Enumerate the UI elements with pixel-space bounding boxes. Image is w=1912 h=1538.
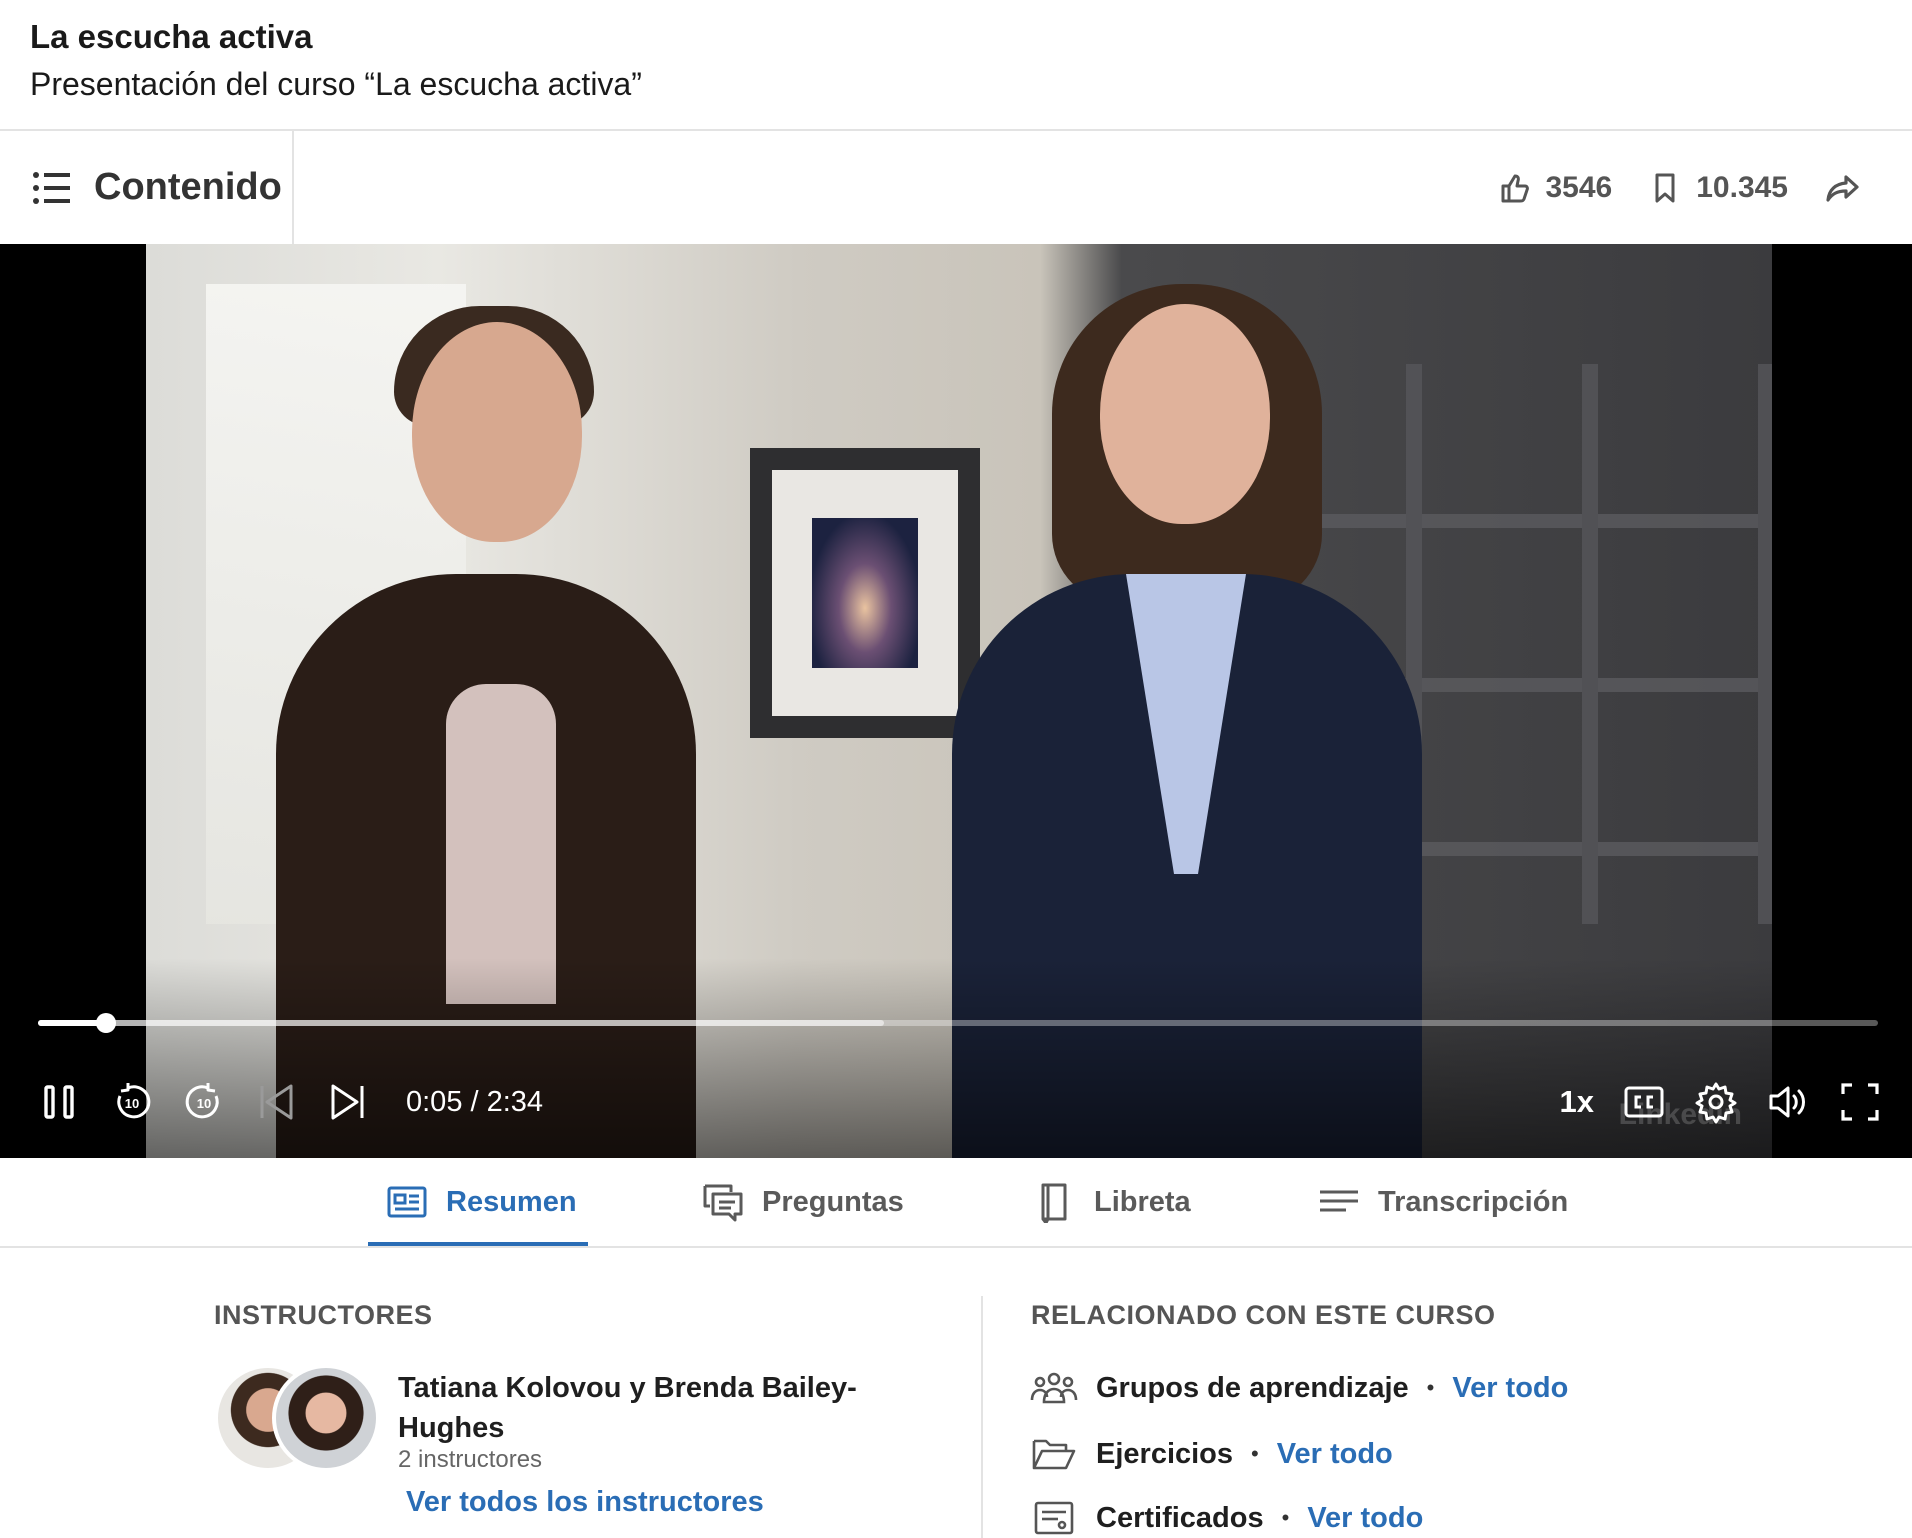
- pause-button[interactable]: [38, 1080, 82, 1124]
- related-heading: RELACIONADO CON ESTE CURSO: [1031, 1300, 1496, 1330]
- save-button[interactable]: 10.345: [1648, 171, 1788, 205]
- content-tabs: Resumen Preguntas Libreta Transcripción: [0, 1158, 1912, 1248]
- see-all-link[interactable]: Ver todo: [1452, 1372, 1568, 1405]
- separator-dot: •: [1426, 1375, 1435, 1400]
- presenter-left-face: [412, 322, 582, 542]
- skip-next-icon: [331, 1084, 364, 1120]
- save-count: 10.345: [1696, 170, 1788, 204]
- toolbar-actions: 3546 10.345: [1461, 131, 1862, 244]
- svg-text:10: 10: [197, 1096, 211, 1111]
- related-item-label: Grupos de aprendizaje: [1096, 1371, 1409, 1404]
- progress-handle[interactable]: [96, 1013, 117, 1033]
- fullscreen-icon: [1841, 1083, 1879, 1121]
- instructor-names[interactable]: Tatiana Kolovou y Brenda Bailey-Hughes: [398, 1368, 878, 1448]
- video-scene-picture: [750, 448, 980, 738]
- tab-transcripcion[interactable]: Transcripción: [1318, 1158, 1568, 1246]
- share-icon[interactable]: [1824, 169, 1862, 207]
- see-all-link[interactable]: Ver todo: [1307, 1502, 1423, 1535]
- related-item-label: Certificados: [1096, 1501, 1264, 1534]
- rewind-10-button[interactable]: 10: [110, 1080, 154, 1124]
- tab-preguntas[interactable]: Preguntas: [702, 1158, 904, 1246]
- captions-button[interactable]: [1622, 1080, 1666, 1124]
- list-icon: [33, 171, 70, 204]
- like-button[interactable]: 3546: [1497, 171, 1612, 205]
- summary-icon: [387, 1186, 427, 1218]
- toolbar: Contenido 3546 10.345: [0, 131, 1912, 244]
- progress-bar[interactable]: [38, 1013, 1878, 1033]
- groups-icon: [1030, 1372, 1078, 1404]
- see-all-instructors-link[interactable]: Ver todos los instructores: [406, 1486, 764, 1519]
- like-count: 3546: [1545, 170, 1613, 204]
- related-item-learning-groups: Grupos de aprendizaje • Ver todo: [1030, 1370, 1568, 1406]
- see-all-link[interactable]: Ver todo: [1277, 1438, 1393, 1471]
- settings-button[interactable]: [1694, 1080, 1738, 1124]
- thumbs-up-icon: [1501, 174, 1530, 202]
- related-item-certificates: Certificados • Ver todo: [1030, 1500, 1423, 1536]
- questions-icon: [703, 1184, 743, 1222]
- instructor-count: 2 instructores: [398, 1446, 543, 1473]
- player-controls: 10 10 0:05 / 2:34 1x: [0, 1008, 1912, 1158]
- course-title: La escucha activa: [30, 18, 313, 55]
- volume-button[interactable]: [1766, 1080, 1810, 1124]
- course-header: La escucha activa Presentación del curso…: [0, 0, 1912, 131]
- presenter-left-blouse: [446, 684, 556, 1004]
- related-item-label: Ejercicios: [1096, 1437, 1234, 1470]
- tab-resumen[interactable]: Resumen: [386, 1158, 577, 1246]
- tab-libreta[interactable]: Libreta: [1034, 1158, 1191, 1246]
- progress-buffered: [38, 1020, 885, 1026]
- pause-icon: [44, 1085, 74, 1119]
- separator-dot: •: [1251, 1441, 1259, 1466]
- tab-label: Transcripción: [1378, 1185, 1569, 1218]
- volume-icon: [1769, 1086, 1805, 1118]
- separator-dot: •: [1281, 1505, 1290, 1530]
- instructor-avatar[interactable]: [272, 1364, 380, 1472]
- fullscreen-button[interactable]: [1838, 1080, 1882, 1124]
- bookmark-icon: [1655, 173, 1675, 202]
- related-item-exercises: Ejercicios • Ver todo: [1030, 1436, 1393, 1472]
- active-tab-indicator: [368, 1242, 588, 1246]
- tab-label: Libreta: [1094, 1185, 1191, 1218]
- contents-label: Contenido: [94, 166, 282, 208]
- video-player[interactable]: Linkedin 10 10 0:05 / 2:34 1x: [0, 244, 1912, 1158]
- forward-10-button[interactable]: 10: [182, 1080, 226, 1124]
- previous-button[interactable]: [254, 1080, 298, 1124]
- playback-speed-button[interactable]: 1x: [1560, 1084, 1594, 1120]
- contents-button[interactable]: Contenido: [0, 131, 294, 244]
- folder-icon: [1032, 1439, 1076, 1470]
- lesson-title: Presentación del curso “La escucha activ…: [30, 66, 642, 102]
- gear-icon: [1695, 1082, 1737, 1124]
- instructors-heading: INSTRUCTORES: [214, 1300, 433, 1330]
- next-button[interactable]: [326, 1080, 370, 1124]
- tab-label: Preguntas: [762, 1185, 904, 1218]
- controls-right: 1x: [1560, 1072, 1882, 1132]
- transcript-icon: [1320, 1190, 1358, 1212]
- certificate-icon: [1034, 1501, 1074, 1535]
- forward-10-icon: 10: [185, 1083, 219, 1119]
- controls-left: 10 10 0:05 / 2:34: [38, 1072, 543, 1132]
- time-display: 0:05 / 2:34: [406, 1085, 544, 1118]
- closed-captions-icon: [1624, 1086, 1664, 1118]
- tab-label: Resumen: [446, 1185, 577, 1218]
- notebook-icon: [1041, 1183, 1067, 1223]
- skip-previous-icon: [260, 1084, 293, 1120]
- rewind-10-icon: 10: [117, 1083, 151, 1119]
- section-divider: [981, 1296, 983, 1538]
- svg-text:10: 10: [125, 1096, 139, 1111]
- presenter-right-face: [1100, 304, 1270, 524]
